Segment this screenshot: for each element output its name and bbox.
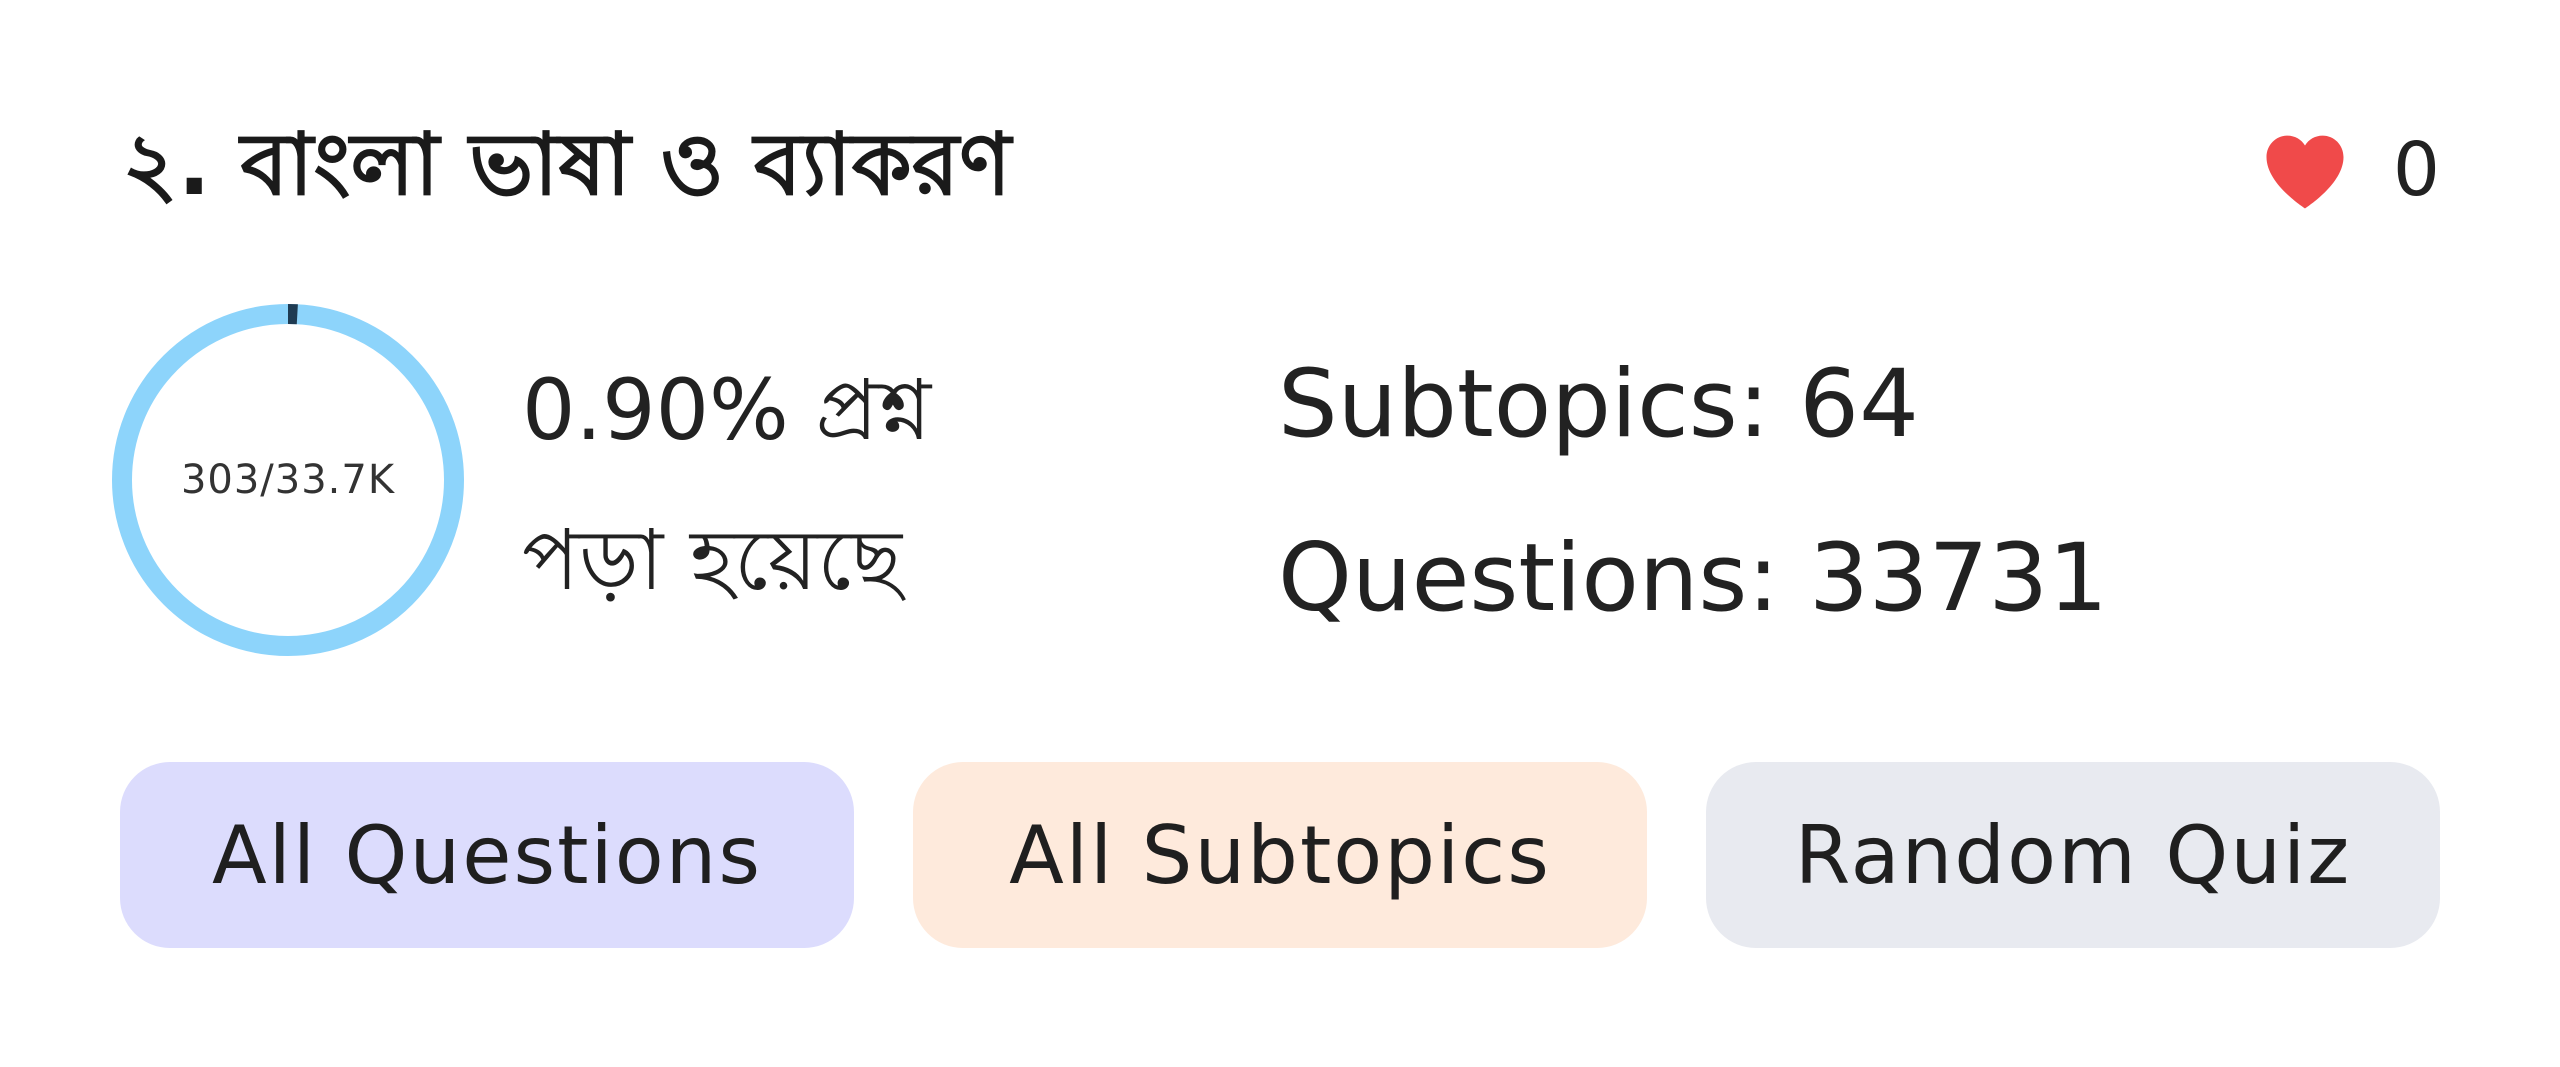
read-percentage-text: 0.90% প্রশ্ন পড়া হয়েছে: [522, 335, 1042, 635]
topic-card: ২. বাংলা ভাষা ও ব্যাকরণ 0 303/33.7K 0.90…: [0, 0, 2560, 1067]
all-subtopics-button[interactable]: All Subtopics: [913, 762, 1647, 948]
subtopics-count: Subtopics: 64: [1278, 350, 1919, 459]
questions-count: Questions: 33731: [1278, 524, 2108, 633]
progress-ring: 303/33.7K: [108, 300, 468, 660]
read-status: পড়া হয়েছে: [522, 511, 903, 609]
topic-stats: Subtopics: 64 Questions: 33731: [1278, 318, 2108, 666]
read-percentage: 0.90% প্রশ্ন: [522, 361, 932, 459]
like-control[interactable]: 0: [2261, 120, 2440, 220]
progress-ring-label: 303/33.7K: [180, 457, 396, 503]
topic-title[interactable]: ২. বাংলা ভাষা ও ব্যাকরণ: [122, 110, 1011, 220]
heart-icon[interactable]: [2261, 130, 2349, 210]
all-questions-button[interactable]: All Questions: [120, 762, 854, 948]
like-count: 0: [2392, 127, 2440, 213]
random-quiz-button[interactable]: Random Quiz: [1706, 762, 2440, 948]
